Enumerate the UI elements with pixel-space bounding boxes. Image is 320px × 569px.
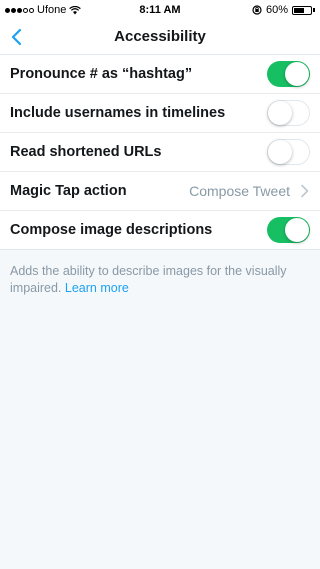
include-usernames-toggle[interactable]: [267, 100, 310, 126]
status-right: 60%: [252, 4, 315, 16]
battery-fill: [294, 7, 304, 13]
compose-image-descriptions-toggle[interactable]: [267, 217, 310, 243]
setting-label: Compose image descriptions: [10, 222, 213, 238]
footer-description: Adds the ability to describe images for …: [10, 264, 287, 295]
read-shortened-urls-toggle[interactable]: [267, 139, 310, 165]
setting-label: Include usernames in timelines: [10, 105, 226, 121]
setting-row-pronounce-hashtag: Pronounce # as “hashtag”: [0, 55, 320, 94]
page-title: Accessibility: [114, 28, 206, 45]
battery-icon: [292, 5, 312, 15]
battery-percent: 60%: [265, 4, 288, 16]
battery-cap: [313, 8, 315, 12]
pronounce-hashtag-toggle[interactable]: [267, 61, 310, 87]
chevron-right-icon: [301, 184, 309, 198]
setting-row-magic-tap-action[interactable]: Magic Tap action Compose Tweet: [0, 172, 320, 211]
footer-note: Adds the ability to describe images for …: [0, 250, 320, 297]
setting-label: Read shortened URLs: [10, 144, 162, 160]
setting-label: Magic Tap action: [10, 183, 127, 199]
learn-more-link[interactable]: Learn more: [65, 281, 129, 295]
orientation-lock-icon: [252, 5, 262, 15]
setting-row-include-usernames: Include usernames in timelines: [0, 94, 320, 133]
setting-row-read-shortened-urls: Read shortened URLs: [0, 133, 320, 172]
setting-row-compose-image-descriptions: Compose image descriptions: [0, 211, 320, 249]
settings-list: Pronounce # as “hashtag” Include usernam…: [0, 55, 320, 250]
setting-label: Pronounce # as “hashtag”: [10, 66, 193, 82]
magic-tap-value: Compose Tweet: [189, 183, 290, 199]
status-bar: Ufone 8:11 AM 60%: [0, 0, 320, 20]
navigation-bar: Accessibility: [0, 20, 320, 55]
